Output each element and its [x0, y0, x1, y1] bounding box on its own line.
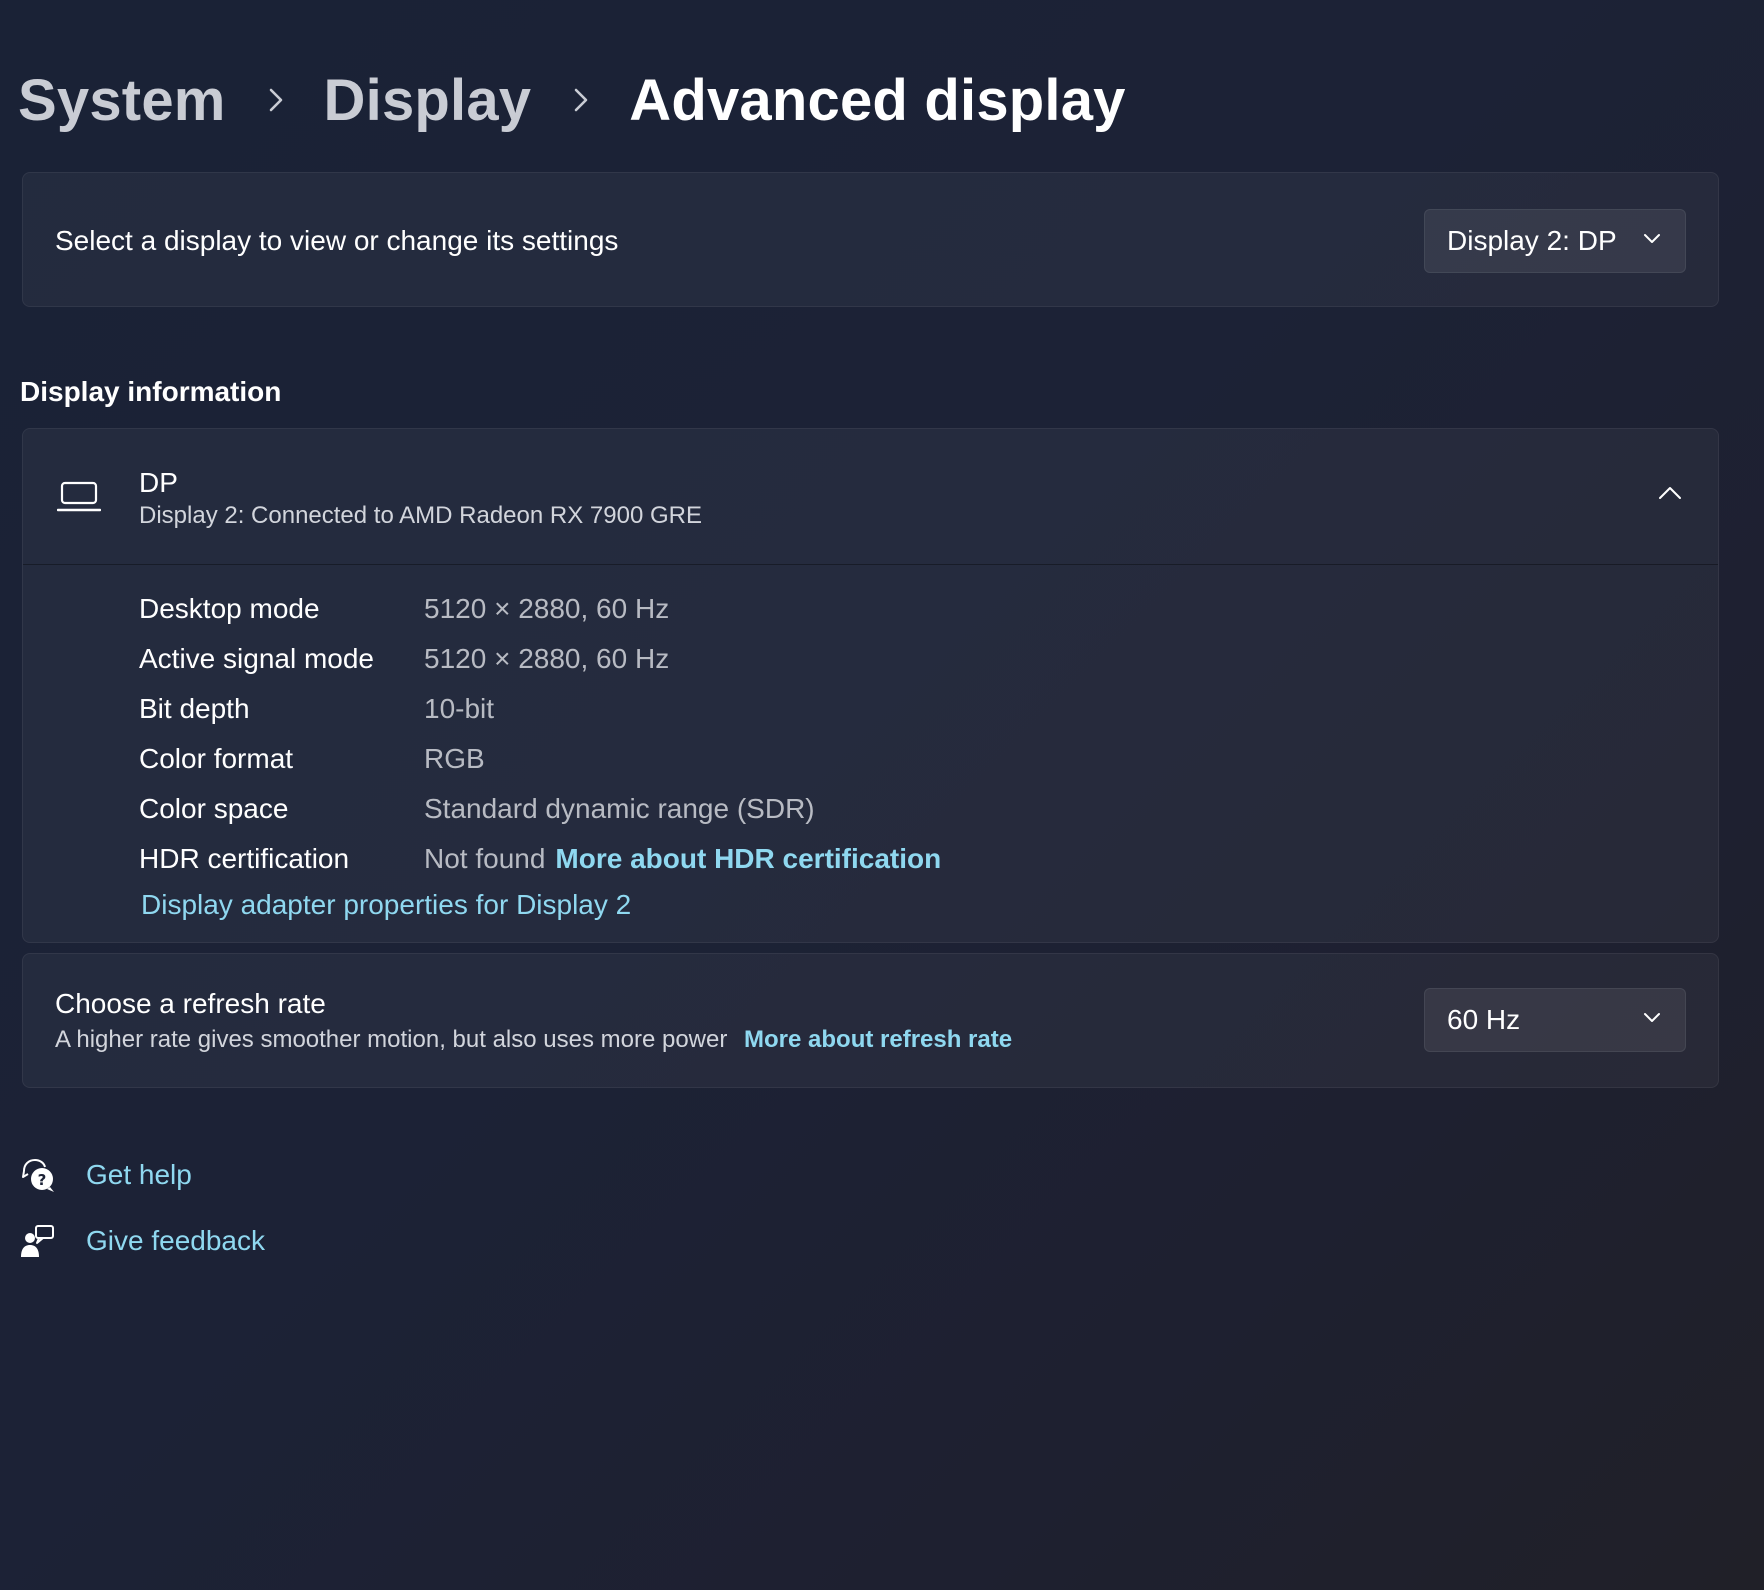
- display-select-label: Select a display to view or change its s…: [55, 225, 619, 256]
- info-label: Active signal mode: [139, 643, 375, 674]
- display-name: DP: [139, 467, 178, 498]
- breadcrumb: System Display Advanced display: [18, 60, 1126, 140]
- hdr-certification-link[interactable]: More about HDR certification: [555, 843, 941, 875]
- info-row-desktop-mode: Desktop mode 5120 × 2880, 60 Hz: [139, 584, 941, 634]
- page-title: Advanced display: [629, 67, 1126, 133]
- display-adapter-properties-link[interactable]: Display adapter properties for Display 2: [141, 889, 631, 921]
- display-information-card: DP Display 2: Connected to AMD Radeon RX…: [22, 428, 1719, 943]
- refresh-rate-link[interactable]: More about refresh rate: [744, 1026, 1012, 1053]
- chevron-right-icon: [569, 85, 593, 115]
- breadcrumb-system[interactable]: System: [18, 67, 226, 134]
- feedback-icon: [18, 1221, 58, 1261]
- give-feedback-link[interactable]: Give feedback: [18, 1221, 265, 1261]
- get-help-label: Get help: [86, 1159, 192, 1190]
- chevron-up-icon: [1658, 486, 1682, 505]
- info-label: Bit depth: [139, 693, 250, 724]
- chevron-right-icon: [264, 85, 288, 115]
- display-information-header[interactable]: DP Display 2: Connected to AMD Radeon RX…: [23, 429, 1718, 565]
- info-value: Standard dynamic range (SDR): [424, 793, 815, 824]
- info-row-active-signal-mode: Active signal mode 5120 × 2880, 60 Hz: [139, 634, 941, 684]
- get-help-link[interactable]: ? Get help: [18, 1155, 192, 1195]
- svg-text:?: ?: [38, 1171, 47, 1189]
- info-value: RGB: [424, 743, 485, 774]
- display-info-rows: Desktop mode 5120 × 2880, 60 Hz Active s…: [139, 584, 941, 884]
- chevron-down-icon: [1643, 232, 1661, 250]
- give-feedback-label: Give feedback: [86, 1225, 265, 1256]
- info-row-bit-depth: Bit depth 10-bit: [139, 684, 941, 734]
- breadcrumb-display[interactable]: Display: [324, 67, 532, 134]
- help-icon: ?: [18, 1155, 58, 1195]
- info-label: Color format: [139, 743, 294, 774]
- laptop-icon: [56, 481, 102, 513]
- info-label: Desktop mode: [139, 593, 320, 624]
- display-select-card: Select a display to view or change its s…: [22, 172, 1719, 307]
- refresh-rate-dropdown[interactable]: 60 Hz: [1424, 988, 1686, 1052]
- refresh-rate-value: 60 Hz: [1447, 1004, 1521, 1035]
- collapse-button[interactable]: [1650, 475, 1690, 515]
- refresh-rate-description-line: A higher rate gives smoother motion, but…: [55, 1026, 1012, 1054]
- info-value: 5120 × 2880, 60 Hz: [424, 593, 670, 624]
- refresh-rate-description: A higher rate gives smoother motion, but…: [55, 1026, 728, 1053]
- info-label: Color space: [139, 793, 289, 824]
- info-value: 5120 × 2880, 60 Hz: [424, 643, 670, 674]
- display-select-value: Display 2: DP: [1447, 225, 1617, 256]
- info-row-color-format: Color format RGB: [139, 734, 941, 784]
- refresh-rate-card: Choose a refresh rate A higher rate give…: [22, 953, 1719, 1088]
- info-row-hdr-certification: HDR certification Not found More about H…: [139, 834, 941, 884]
- refresh-rate-title: Choose a refresh rate: [55, 988, 326, 1019]
- display-select-dropdown[interactable]: Display 2: DP: [1424, 209, 1686, 273]
- chevron-down-icon: [1643, 1011, 1661, 1029]
- info-value: Not found: [424, 843, 546, 874]
- display-connection-text: Display 2: Connected to AMD Radeon RX 79…: [139, 502, 702, 529]
- info-value: 10-bit: [424, 693, 495, 724]
- section-title-display-information: Display information: [20, 376, 282, 407]
- info-label: HDR certification: [139, 843, 350, 874]
- info-row-color-space: Color space Standard dynamic range (SDR): [139, 784, 941, 834]
